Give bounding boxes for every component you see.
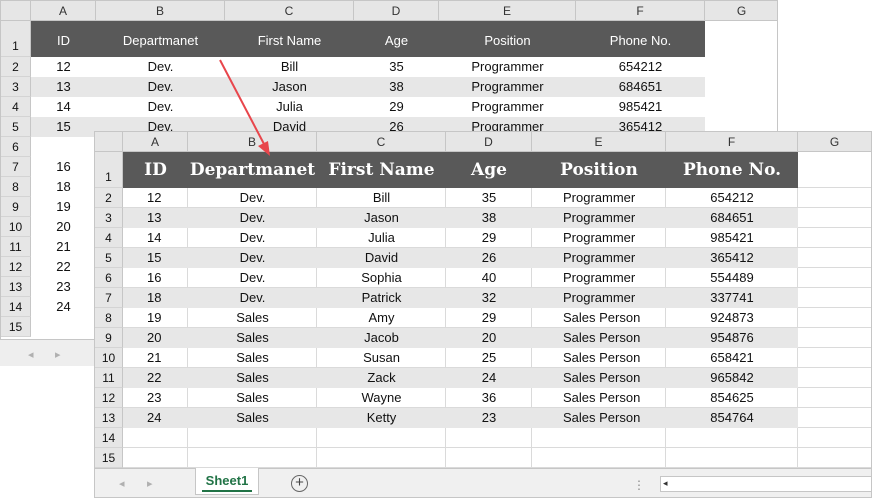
pointer-arrow bbox=[219, 59, 270, 156]
arrow-head bbox=[258, 141, 270, 156]
arrow-shaft bbox=[219, 59, 265, 145]
